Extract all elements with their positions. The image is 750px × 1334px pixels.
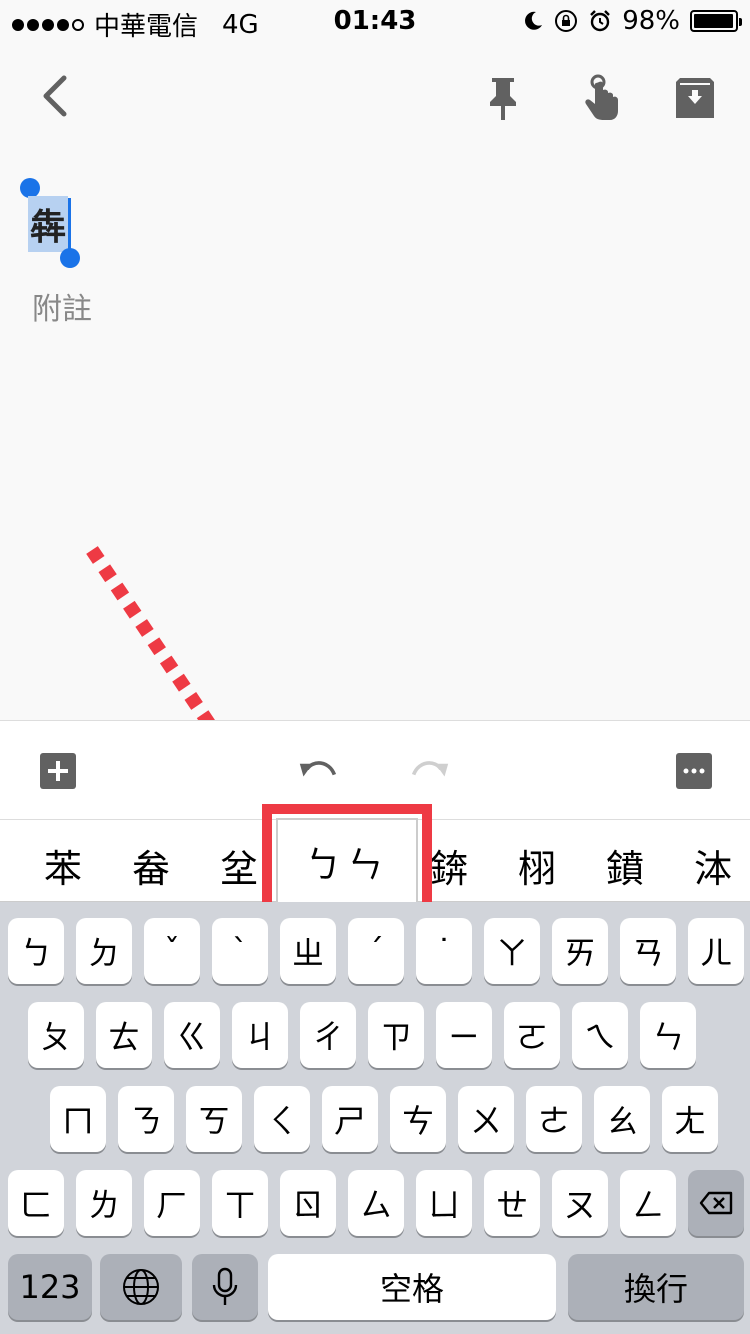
key[interactable]: ㄊ: [96, 1002, 152, 1068]
note-placeholder[interactable]: 附註: [32, 284, 92, 328]
selection-end-bar: [68, 198, 71, 250]
key[interactable]: ㄆ: [28, 1002, 84, 1068]
zhuyin-keyboard: ㄅ ㄉ ˇ ˋ ㄓ ˊ ˙ ㄚ ㄞ ㄢ ㄦ ㄆ ㄊ ㄍ ㄐ ㄔ ㄗ ㄧ ㄛ ㄟ …: [0, 902, 750, 1334]
reminder-hand-icon[interactable]: [574, 74, 624, 124]
key[interactable]: ㄛ: [504, 1002, 560, 1068]
key[interactable]: ㄐ: [232, 1002, 288, 1068]
key[interactable]: ㄏ: [144, 1170, 200, 1236]
key[interactable]: ㄒ: [212, 1170, 268, 1236]
key[interactable]: ㄕ: [322, 1086, 378, 1152]
rotation-lock-icon: [555, 10, 578, 32]
backspace-icon: [699, 1191, 733, 1215]
key[interactable]: ˇ: [144, 918, 200, 984]
return-key[interactable]: 換行: [568, 1254, 744, 1320]
add-icon[interactable]: [38, 751, 78, 791]
alarm-icon: [590, 10, 611, 32]
annotation-highlight-box: [262, 804, 432, 918]
microphone-icon: [212, 1267, 238, 1305]
redo-icon[interactable]: [410, 751, 450, 791]
globe-icon: [123, 1269, 159, 1305]
key[interactable]: ㄣ: [640, 1002, 696, 1068]
back-icon[interactable]: [36, 74, 76, 118]
key[interactable]: ㄡ: [552, 1170, 608, 1236]
globe-key[interactable]: [100, 1254, 182, 1320]
key[interactable]: ㄥ: [620, 1170, 676, 1236]
status-right: 98%: [522, 6, 742, 36]
note-toolbar: [0, 60, 750, 140]
backspace-key[interactable]: [688, 1170, 744, 1236]
key[interactable]: ㄑ: [254, 1086, 310, 1152]
archive-icon[interactable]: [670, 74, 720, 124]
key[interactable]: ㄌ: [76, 1170, 132, 1236]
key[interactable]: ㄉ: [76, 918, 132, 984]
key[interactable]: ㄖ: [280, 1170, 336, 1236]
dictation-key[interactable]: [192, 1254, 258, 1320]
key[interactable]: ㄗ: [368, 1002, 424, 1068]
candidate-item[interactable]: 栩: [502, 838, 572, 893]
key[interactable]: ˊ: [348, 918, 404, 984]
key[interactable]: ㄔ: [300, 1002, 356, 1068]
more-options-icon[interactable]: [674, 751, 714, 791]
key[interactable]: ㄝ: [484, 1170, 540, 1236]
battery-icon: [690, 10, 742, 32]
selected-text[interactable]: 犇: [28, 196, 69, 252]
key[interactable]: ㄈ: [8, 1170, 64, 1236]
key[interactable]: ㄜ: [526, 1086, 582, 1152]
candidate-item[interactable]: 鐼: [590, 838, 660, 893]
key[interactable]: ㄩ: [416, 1170, 472, 1236]
key[interactable]: ˋ: [212, 918, 268, 984]
key[interactable]: ㄍ: [164, 1002, 220, 1068]
key[interactable]: ㄦ: [688, 918, 744, 984]
battery-percent: 98%: [622, 6, 680, 36]
key[interactable]: ˙: [416, 918, 472, 984]
key[interactable]: ㄋ: [118, 1086, 174, 1152]
candidate-item[interactable]: 苯: [28, 838, 98, 893]
key[interactable]: ㄠ: [594, 1086, 650, 1152]
status-bar: 中華電信 4G 01:43 98%: [0, 0, 750, 42]
space-key[interactable]: 空格: [268, 1254, 556, 1320]
key[interactable]: ㄅ: [8, 918, 64, 984]
key[interactable]: ㄤ: [662, 1086, 718, 1152]
selection-end-handle[interactable]: [60, 248, 80, 268]
key[interactable]: ㄚ: [484, 918, 540, 984]
candidate-item[interactable]: 畚: [116, 838, 186, 893]
key[interactable]: ㄞ: [552, 918, 608, 984]
key[interactable]: ㄧ: [436, 1002, 492, 1068]
numbers-key[interactable]: 123: [8, 1254, 92, 1320]
key[interactable]: ㄢ: [620, 918, 676, 984]
key[interactable]: ㄙ: [348, 1170, 404, 1236]
selection-start-handle[interactable]: [20, 178, 40, 198]
undo-icon[interactable]: [298, 751, 338, 791]
key[interactable]: ㄓ: [280, 918, 336, 984]
key[interactable]: ㄘ: [390, 1086, 446, 1152]
pin-icon[interactable]: [478, 74, 528, 124]
key[interactable]: ㄨ: [458, 1086, 514, 1152]
note-body[interactable]: 犇: [28, 196, 69, 252]
key[interactable]: ㄎ: [186, 1086, 242, 1152]
moon-icon: [525, 11, 543, 30]
key[interactable]: ㄟ: [572, 1002, 628, 1068]
candidate-item[interactable]: 泍: [678, 838, 748, 893]
key[interactable]: ㄇ: [50, 1086, 106, 1152]
